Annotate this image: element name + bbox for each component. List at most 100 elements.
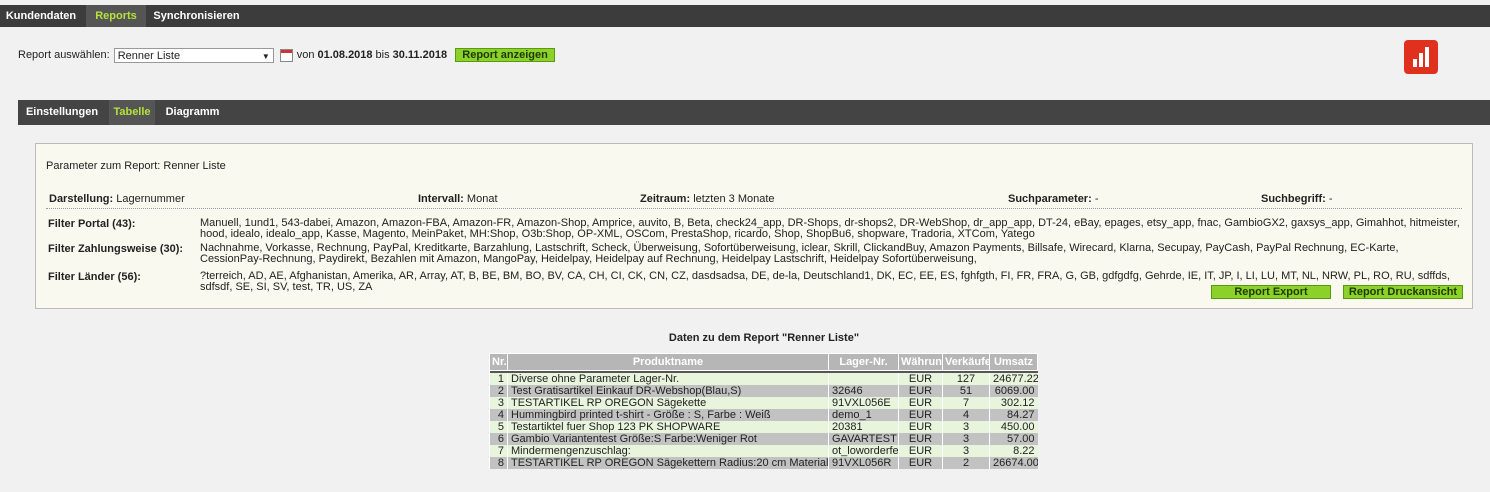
cell-waehrung: EUR bbox=[898, 397, 943, 409]
cell-umsatz: 84.27 bbox=[989, 409, 1038, 421]
tab-diagramm[interactable]: Diagramm bbox=[158, 100, 227, 125]
darstellung: Darstellung: Lagernummer bbox=[49, 193, 185, 205]
tab-kundendaten[interactable]: Kundendaten bbox=[0, 5, 82, 27]
cell-nr: 5 bbox=[489, 421, 508, 433]
darstellung-label: Darstellung: bbox=[49, 193, 114, 205]
cell-waehrung: EUR bbox=[898, 433, 943, 445]
cell-waehrung: EUR bbox=[898, 373, 943, 385]
cell-waehrung: EUR bbox=[898, 457, 943, 469]
cell-produktname: Hummingbird printed t-shirt - Größe : S,… bbox=[507, 409, 829, 421]
tab-einstellungen[interactable]: Einstellungen bbox=[18, 100, 106, 125]
cell-umsatz: 302.12 bbox=[989, 397, 1038, 409]
intervall-value: Monat bbox=[466, 193, 498, 205]
date-von: von bbox=[296, 49, 315, 61]
cell-lager-nr: 91VXL056E bbox=[828, 397, 899, 409]
intervall: Intervall: Monat bbox=[418, 193, 498, 205]
header-verkaeufe[interactable]: Verkäufe bbox=[942, 353, 990, 371]
cell-produktname: Diverse ohne Parameter Lager-Nr. bbox=[507, 373, 829, 385]
table-title: Daten zu dem Report "Renner Liste" bbox=[668, 332, 860, 344]
cell-produktname: TESTARTIKEL RP OREGON Sägekettern Radius… bbox=[507, 457, 829, 469]
header-lager-nr[interactable]: Lager-Nr. bbox=[828, 353, 899, 371]
table-header-row: Nr. Produktname Lager-Nr. Währung Verkäu… bbox=[489, 353, 1038, 371]
cell-umsatz: 450.00 bbox=[989, 421, 1038, 433]
cell-lager-nr bbox=[828, 373, 899, 385]
cell-verkaeufe: 3 bbox=[942, 421, 990, 433]
cell-lager-nr: 32646 bbox=[828, 385, 899, 397]
cell-produktname: Gambio Variantentest Größe:S Farbe:Wenig… bbox=[507, 433, 829, 445]
table-row[interactable]: 2 Test Gratisartikel Einkauf DR-Webshop(B… bbox=[489, 385, 1038, 397]
cell-nr: 7 bbox=[489, 445, 508, 457]
report-data-table: Nr. Produktname Lager-Nr. Währung Verkäu… bbox=[489, 353, 1038, 469]
cell-waehrung: EUR bbox=[898, 445, 943, 457]
cell-lager-nr: GAVARTEST bbox=[828, 433, 899, 445]
cell-nr: 3 bbox=[489, 397, 508, 409]
date-to: 30.11.2018 bbox=[392, 49, 448, 61]
report-export-button[interactable]: Report Export bbox=[1211, 285, 1331, 299]
filter-countries-label: Filter Länder (56): bbox=[48, 271, 141, 283]
cell-umsatz: 26674.00 bbox=[989, 457, 1038, 469]
report-selector-bar: Report auswählen: Renner Liste ▼ von 01.0… bbox=[18, 46, 556, 64]
cell-lager-nr: 20381 bbox=[828, 421, 899, 433]
table-row[interactable]: 8 TESTARTIKEL RP OREGON Sägekettern Radiu… bbox=[489, 457, 1038, 469]
tab-tabelle[interactable]: Tabelle bbox=[109, 100, 155, 125]
cell-lager-nr: demo_1 bbox=[828, 409, 899, 421]
cell-nr: 6 bbox=[489, 433, 508, 445]
intervall-label: Intervall: bbox=[418, 193, 464, 205]
zeitraum-value: letzten 3 Monate bbox=[693, 193, 775, 205]
cell-umsatz: 8.22 bbox=[989, 445, 1038, 457]
date-bis: bis bbox=[375, 49, 390, 61]
suchbegriff-label: Suchbegriff: bbox=[1261, 193, 1326, 205]
suchbegriff: Suchbegriff: - bbox=[1261, 193, 1333, 205]
cell-verkaeufe: 127 bbox=[942, 373, 990, 385]
top-navigation: Kundendaten Reports Synchronisieren bbox=[0, 5, 1490, 27]
report-parameters-panel: Parameter zum Report: Renner Liste Darst… bbox=[35, 143, 1473, 309]
header-waehrung[interactable]: Währung bbox=[898, 353, 943, 371]
report-select[interactable]: Renner Liste ▼ bbox=[113, 47, 274, 63]
table-row[interactable]: 4 Hummingbird printed t-shirt - Größe : S… bbox=[489, 409, 1038, 421]
cell-nr: 1 bbox=[489, 373, 508, 385]
cell-waehrung: EUR bbox=[898, 409, 943, 421]
zeitraum: Zeitraum: letzten 3 Monate bbox=[640, 193, 775, 205]
table-row[interactable]: 1 Diverse ohne Parameter Lager-Nr. EUR 127 2… bbox=[489, 373, 1038, 385]
table-row[interactable]: 6 Gambio Variantentest Größe:S Farbe:Weni… bbox=[489, 433, 1038, 445]
show-report-button[interactable]: Report anzeigen bbox=[455, 48, 556, 62]
header-nr[interactable]: Nr. bbox=[489, 353, 508, 371]
cell-produktname: Testartiktel fuer Shop 123 PK SHOPWARE bbox=[507, 421, 829, 433]
cell-produktname: TESTARTIKEL RP OREGON Sägekette bbox=[507, 397, 829, 409]
cell-produktname: Test Gratisartikel Einkauf DR-Webshop(Bl… bbox=[507, 385, 829, 397]
tab-reports[interactable]: Reports bbox=[86, 5, 146, 27]
cell-nr: 4 bbox=[489, 409, 508, 421]
cell-waehrung: EUR bbox=[898, 385, 943, 397]
report-print-button[interactable]: Report Druckansicht bbox=[1343, 285, 1463, 299]
cell-waehrung: EUR bbox=[898, 421, 943, 433]
darstellung-value: Lagernummer bbox=[116, 193, 185, 205]
cell-verkaeufe: 3 bbox=[942, 445, 990, 457]
cell-lager-nr: ot_loworderfee bbox=[828, 445, 899, 457]
cell-verkaeufe: 3 bbox=[942, 433, 990, 445]
suchparameter: Suchparameter: - bbox=[1008, 193, 1099, 205]
filter-portal-label: Filter Portal (43): bbox=[48, 218, 136, 230]
panel-title: Parameter zum Report: Renner Liste bbox=[46, 160, 226, 172]
filter-portal-value: Manuell, 1und1, 543-dabei, Amazon, Amazo… bbox=[200, 217, 1460, 240]
table-row[interactable]: 5 Testartiktel fuer Shop 123 PK SHOPWARE 2… bbox=[489, 421, 1038, 433]
sub-navigation: Einstellungen Tabelle Diagramm bbox=[18, 100, 1490, 125]
dropdown-arrow-icon: ▼ bbox=[261, 51, 270, 61]
filter-payment-label: Filter Zahlungsweise (30): bbox=[48, 243, 184, 255]
cell-nr: 2 bbox=[489, 385, 508, 397]
header-produktname[interactable]: Produktname bbox=[507, 353, 829, 371]
suchparameter-label: Suchparameter: bbox=[1008, 193, 1092, 205]
cell-verkaeufe: 4 bbox=[942, 409, 990, 421]
cell-umsatz: 6069.00 bbox=[989, 385, 1038, 397]
table-row[interactable]: 3 TESTARTIKEL RP OREGON Sägekette 91VXL056… bbox=[489, 397, 1038, 409]
table-row[interactable]: 7 Mindermengenzuschlag: ot_loworderfee EUR 3… bbox=[489, 445, 1038, 457]
divider bbox=[46, 208, 1462, 209]
cell-umsatz: 57.00 bbox=[989, 433, 1038, 445]
cell-lager-nr: 91VXL056R bbox=[828, 457, 899, 469]
report-select-label: Report auswählen: bbox=[18, 49, 110, 61]
header-umsatz[interactable]: Umsatz bbox=[989, 353, 1038, 371]
tab-synchronisieren[interactable]: Synchronisieren bbox=[150, 5, 243, 27]
calendar-icon[interactable] bbox=[279, 48, 293, 62]
zeitraum-label: Zeitraum: bbox=[640, 193, 691, 205]
cell-umsatz: 24677.22 bbox=[989, 373, 1038, 385]
date-from: 01.08.2018 bbox=[317, 49, 373, 61]
